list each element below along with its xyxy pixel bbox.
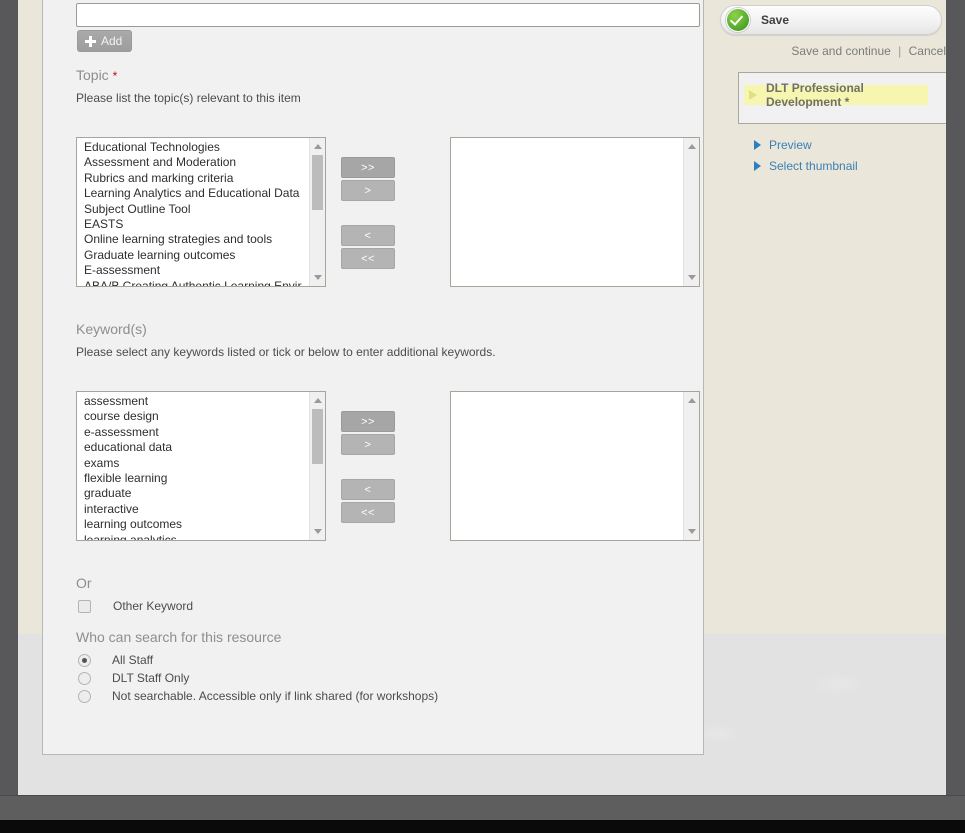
keywords-transfer-buttons: >> > < << (341, 411, 395, 523)
triangle-right-icon (749, 90, 757, 100)
list-option[interactable]: course design (84, 409, 309, 424)
list-option[interactable]: assessment (84, 394, 309, 409)
secondary-actions: Save and continue | Cancel (791, 44, 946, 58)
topic-label: Topic (76, 67, 109, 83)
keywords-selected-list[interactable] (450, 391, 700, 541)
radio-dlt-staff-only[interactable] (78, 671, 91, 685)
other-keyword-label: Other Keyword (113, 599, 194, 613)
keywords-available-options: assessment course design e-assessment educa… (77, 394, 309, 540)
keywords-help-text: Please select any keywords listed or tic… (76, 345, 496, 359)
visibility-option-all-staff[interactable]: All Staff (78, 653, 153, 667)
nav-item-dlt-professional-development[interactable]: DLT Professional Development * (744, 81, 928, 109)
triangle-right-icon (754, 161, 761, 171)
scrollbar-thumb[interactable] (312, 155, 323, 210)
window-chrome-left (0, 0, 18, 795)
visibility-heading: Who can search for this resource (76, 629, 282, 645)
list-option[interactable]: E-assessment (84, 263, 309, 278)
scroll-down-icon[interactable] (684, 524, 699, 539)
list-option[interactable]: educational data (84, 440, 309, 455)
list-option[interactable]: Graduate learning outcomes (84, 248, 309, 263)
list-option[interactable]: e-assessment (84, 425, 309, 440)
list-option[interactable]: Online learning strategies and tools (84, 232, 309, 247)
list-option[interactable]: learning outcomes (84, 517, 309, 532)
window-chrome-footer (0, 820, 965, 833)
nav-card: DLT Professional Development * (738, 72, 960, 124)
list-option[interactable]: exams (84, 456, 309, 471)
list-option[interactable]: interactive (84, 502, 309, 517)
page-right-rail (946, 0, 965, 795)
scroll-up-icon[interactable] (310, 139, 325, 154)
scroll-up-icon[interactable] (684, 393, 699, 408)
nav-item-label: DLT Professional Development * (766, 81, 864, 109)
topic-transfer-buttons: >> > < << (341, 157, 395, 269)
visibility-option-label: Not searchable. Accessible only if link … (112, 689, 439, 703)
add-button[interactable]: Add (77, 30, 133, 52)
topic-selected-list[interactable] (450, 137, 700, 287)
topic-help-text: Please list the topic(s) relevant to thi… (76, 91, 301, 105)
other-keyword-checkbox[interactable] (78, 599, 91, 613)
page-background: Add Topic * Please list the topic(s) rel… (18, 0, 965, 795)
or-label: Or (76, 575, 92, 591)
scrollbar-thumb[interactable] (312, 409, 323, 464)
preview-link-label: Preview (769, 138, 812, 152)
save-and-continue-link[interactable]: Save and continue (791, 44, 890, 58)
topic-required-mark: * (112, 69, 118, 83)
triangle-right-icon (754, 140, 761, 150)
scroll-down-icon[interactable] (310, 524, 325, 539)
list-option[interactable]: ABA/B Creating Authentic Learning Envir (84, 279, 309, 286)
scroll-up-icon[interactable] (684, 139, 699, 154)
browser-window: Add Topic * Please list the topic(s) rel… (0, 0, 965, 833)
visibility-option-label: DLT Staff Only (112, 671, 190, 685)
save-button[interactable]: Save (720, 5, 942, 35)
add-button-label: Add (101, 34, 123, 48)
preview-link[interactable]: Preview (754, 138, 812, 152)
topic-available-options: Educational Technologies Assessment and M… (77, 140, 309, 286)
plus-icon (85, 35, 96, 47)
radio-all-staff[interactable] (78, 653, 91, 667)
keywords-remove-all-button[interactable]: << (341, 502, 395, 523)
keywords-add-all-button[interactable]: >> (341, 411, 395, 432)
select-thumbnail-link[interactable]: Select thumbnail (754, 159, 858, 173)
list-option[interactable]: Rubrics and marking criteria (84, 171, 309, 186)
list-option[interactable]: learning analytics (84, 533, 309, 540)
select-thumbnail-link-label: Select thumbnail (769, 159, 858, 173)
list-option[interactable]: EASTS (84, 217, 309, 232)
keywords-heading: Keyword(s) (76, 321, 147, 337)
check-circle-icon (726, 8, 750, 32)
visibility-option-not-searchable[interactable]: Not searchable. Accessible only if link … (78, 689, 438, 703)
form-panel: Add Topic * Please list the topic(s) rel… (42, 0, 704, 755)
visibility-option-dlt-staff-only[interactable]: DLT Staff Only (78, 671, 189, 685)
new-entry-input[interactable] (76, 3, 700, 27)
scroll-up-icon[interactable] (310, 393, 325, 408)
topic-selected-scrollbar[interactable] (683, 138, 699, 286)
keywords-available-scrollbar[interactable] (309, 392, 325, 540)
cancel-link[interactable]: Cancel (909, 44, 946, 58)
topic-remove-all-button[interactable]: << (341, 248, 395, 269)
action-separator: | (898, 44, 902, 58)
topic-heading: Topic * (76, 67, 117, 83)
list-option[interactable]: Learning Analytics and Educational Data (84, 186, 309, 201)
keywords-available-list[interactable]: assessment course design e-assessment educa… (76, 391, 326, 541)
topic-add-all-button[interactable]: >> (341, 157, 395, 178)
scroll-down-icon[interactable] (310, 270, 325, 285)
topic-available-scrollbar[interactable] (309, 138, 325, 286)
list-option[interactable]: Subject Outline Tool (84, 202, 309, 217)
topic-remove-one-button[interactable]: < (341, 225, 395, 246)
radio-not-searchable[interactable] (78, 689, 91, 703)
save-button-label: Save (761, 13, 790, 27)
list-option[interactable]: flexible learning (84, 471, 309, 486)
list-option[interactable]: Educational Technologies (84, 140, 309, 155)
keywords-add-one-button[interactable]: > (341, 434, 395, 455)
keywords-remove-one-button[interactable]: < (341, 479, 395, 500)
window-chrome-bottom (0, 795, 965, 821)
list-option[interactable]: Assessment and Moderation (84, 155, 309, 170)
list-option[interactable]: graduate (84, 486, 309, 501)
scroll-down-icon[interactable] (684, 270, 699, 285)
visibility-option-label: All Staff (112, 653, 154, 667)
keywords-selected-scrollbar[interactable] (683, 392, 699, 540)
topic-available-list[interactable]: Educational Technologies Assessment and M… (76, 137, 326, 287)
other-keyword-row[interactable]: Other Keyword (78, 599, 193, 613)
topic-add-one-button[interactable]: > (341, 180, 395, 201)
